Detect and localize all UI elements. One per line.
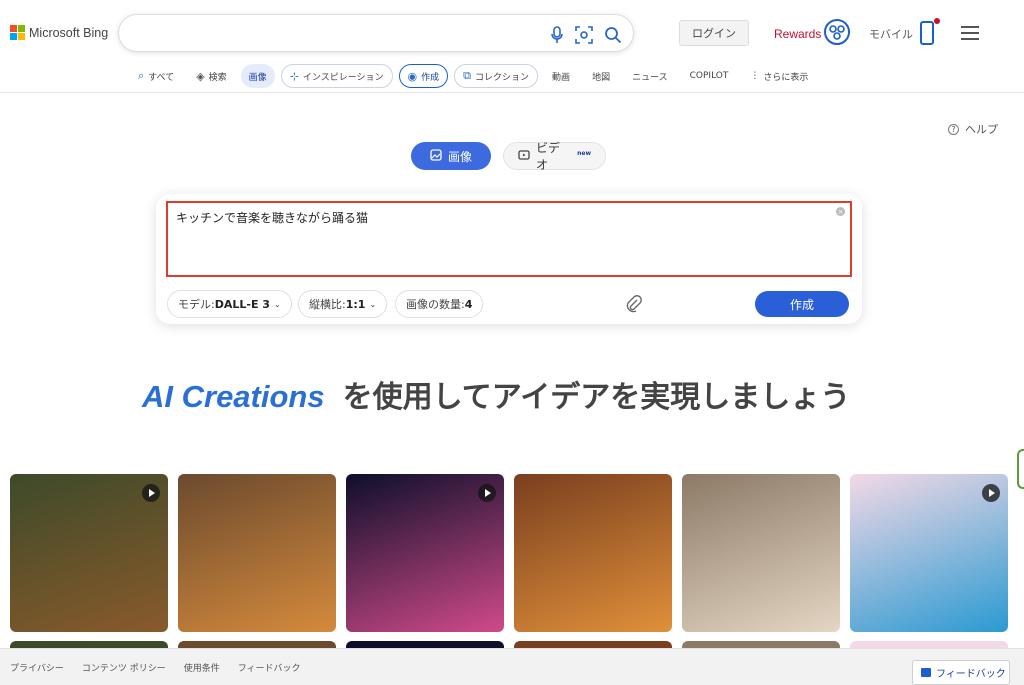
gallery-tile-pumpkin-pie[interactable] <box>178 474 336 632</box>
login-button[interactable]: ログイン <box>679 20 749 46</box>
visual-search-icon[interactable] <box>574 25 594 45</box>
bing-logo[interactable]: Microsoft Bing <box>10 25 108 40</box>
gallery-tile-fox-forest[interactable] <box>10 474 168 632</box>
play-icon <box>478 484 496 502</box>
chevron-down-icon: ⌄ <box>369 299 377 309</box>
search-input[interactable] <box>135 23 535 45</box>
nav-images[interactable]: 画像 <box>240 64 275 88</box>
chevron-down-icon: ⌄ <box>273 299 281 309</box>
aspect-ratio-selector[interactable]: 縦横比: 1:1 ⌄ <box>298 290 388 318</box>
footer-link[interactable]: プライバシー <box>10 661 64 674</box>
image-icon <box>430 148 442 164</box>
create-button[interactable]: 作成 <box>755 291 849 317</box>
chat-icon <box>921 668 931 677</box>
feedback-button[interactable]: フィードバック <box>912 660 1010 685</box>
help-icon: ? <box>948 123 959 135</box>
nav-search[interactable]: ◈ 検索 <box>188 64 234 88</box>
nav-create[interactable]: ◉ 作成 <box>398 64 449 88</box>
nav-maps[interactable]: 地図 <box>584 64 618 88</box>
footer-link[interactable]: 使用条件 <box>184 661 220 674</box>
gallery-tile-woman-coffee[interactable] <box>682 474 840 632</box>
nav-news[interactable]: ニュース <box>624 64 676 88</box>
prompt-text[interactable]: キッチンで音楽を聴きながら踊る猫 <box>176 209 368 226</box>
play-icon <box>142 484 160 502</box>
microsoft-logo-icon <box>10 25 25 40</box>
nav-collections[interactable]: ⧉ コレクション <box>454 64 539 88</box>
sparkle-image-icon: ⊹ <box>289 69 299 83</box>
hero-text: を使用してアイデアを実現しましょう <box>342 380 851 415</box>
search-icon[interactable] <box>603 25 623 45</box>
hamburger-menu-icon[interactable] <box>961 26 979 40</box>
rewards-link[interactable]: Rewards <box>774 27 821 41</box>
video-icon <box>518 149 530 164</box>
footer-link[interactable]: フィードバック <box>238 661 301 674</box>
hero-heading: AI Creations を使用してアイデアを実現しましょう <box>142 372 850 416</box>
clear-icon[interactable]: × <box>836 207 845 216</box>
notification-dot <box>934 18 940 24</box>
footer-link[interactable]: コンテンツ ポリシー <box>82 661 166 674</box>
gallery-tile-birthday-cake[interactable] <box>850 474 1008 632</box>
gallery-tile-city-fireworks[interactable] <box>346 474 504 632</box>
footer-links: プライバシー コンテンツ ポリシー 使用条件 フィードバック <box>10 661 301 674</box>
gallery-tile-apple-basket[interactable] <box>514 474 672 632</box>
mic-icon[interactable] <box>547 25 567 45</box>
hero-brand: AI Creations <box>142 379 325 414</box>
header: Microsoft Bing ログイン Rewards モバイル ⌕ すべて ◈ 検… <box>0 0 1024 93</box>
tab-image[interactable]: 画像 <box>411 142 491 170</box>
play-icon <box>982 484 1000 502</box>
nav-all[interactable]: ⌕ すべて <box>130 64 182 88</box>
mobile-link[interactable]: モバイル <box>869 26 913 42</box>
copilot-icon: ◈ <box>196 69 205 83</box>
side-panel-tab[interactable] <box>1017 449 1024 489</box>
nav-bar: ⌕ すべて ◈ 検索 画像 ⊹ インスピレーション ◉ 作成 ⧉ コレクション 動画 地図… <box>130 63 816 89</box>
palette-icon: ◉ <box>407 69 418 83</box>
prompt-textarea[interactable]: キッチンで音楽を聴きながら踊る猫 × <box>166 201 852 277</box>
tab-video[interactable]: ビデオ new <box>503 141 606 172</box>
mode-tabs: 画像 ビデオ new <box>411 141 606 172</box>
image-count-selector[interactable]: 画像の数量: 4 <box>395 290 484 318</box>
more-dots-icon: ⋮ <box>750 71 760 81</box>
rewards-icon[interactable] <box>824 19 850 45</box>
nav-inspiration[interactable]: ⊹ インスピレーション <box>280 64 393 88</box>
phone-icon[interactable] <box>920 21 934 45</box>
search-box[interactable] <box>118 14 634 52</box>
search-icon: ⌕ <box>138 69 145 82</box>
nav-copilot[interactable]: COPILOT <box>682 64 737 88</box>
logo-text: Microsoft Bing <box>29 25 109 40</box>
nav-more[interactable]: ⋮ さらに表示 <box>742 64 816 88</box>
new-badge: new <box>577 149 591 157</box>
collection-icon: ⧉ <box>463 69 472 82</box>
help-link[interactable]: ? ヘルプ <box>948 121 998 137</box>
model-selector[interactable]: モデル: DALL-E 3 ⌄ <box>167 290 292 318</box>
footer: プライバシー コンテンツ ポリシー 使用条件 フィードバック <box>0 648 1024 685</box>
attach-icon[interactable] <box>626 295 642 313</box>
nav-videos[interactable]: 動画 <box>544 64 578 88</box>
